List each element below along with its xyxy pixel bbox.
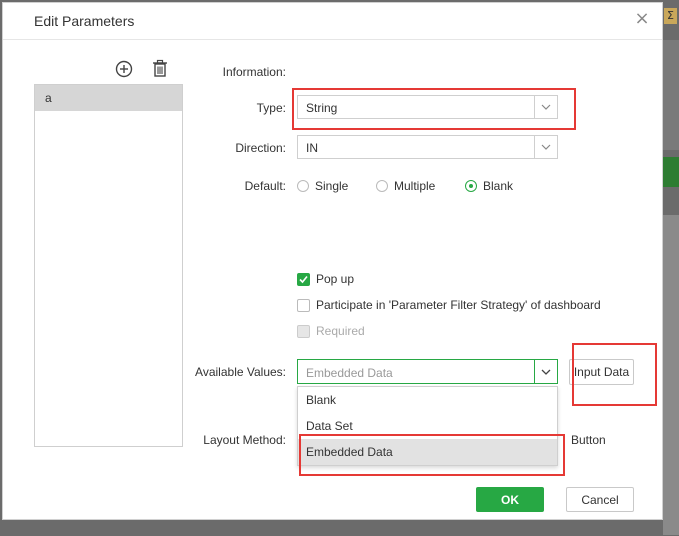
available-values-select[interactable]: Embedded Data: [297, 359, 558, 384]
plus-circle-icon[interactable]: [115, 60, 133, 81]
radio-label: Single: [315, 179, 349, 193]
dropdown-option-embedded-data[interactable]: Embedded Data: [298, 439, 557, 465]
popup-label: Pop up: [316, 272, 355, 286]
background-green-bar: [663, 157, 679, 187]
edit-parameters-dialog: Edit Parameters × a Information: Type: S…: [2, 2, 663, 520]
direction-value: IN: [306, 141, 318, 155]
available-values-value: Embedded Data: [306, 366, 393, 380]
chevron-down-icon[interactable]: [534, 136, 557, 158]
input-data-button[interactable]: Input Data: [569, 359, 634, 385]
participate-label: Participate in 'Parameter Filter Strateg…: [316, 298, 601, 312]
participate-checkbox[interactable]: [297, 299, 310, 312]
close-icon[interactable]: ×: [632, 9, 652, 29]
radio-label: Multiple: [394, 179, 436, 193]
type-label: Type:: [256, 101, 286, 115]
dialog-header: Edit Parameters ×: [3, 3, 662, 40]
required-label: Required: [316, 324, 365, 338]
direction-select[interactable]: IN: [297, 135, 558, 159]
radio-button[interactable]: [376, 180, 388, 192]
required-checkbox: [297, 325, 310, 338]
chevron-down-icon[interactable]: [534, 360, 557, 383]
chevron-down-icon[interactable]: [534, 96, 557, 118]
parameter-list: a: [34, 84, 183, 447]
layout-method-button-option[interactable]: Button: [571, 433, 606, 447]
background-panel: [663, 215, 679, 535]
default-label: Default:: [244, 179, 286, 193]
information-label: Information:: [222, 65, 286, 79]
popup-checkbox[interactable]: [297, 273, 310, 286]
type-value: String: [306, 101, 338, 115]
cancel-button[interactable]: Cancel: [566, 487, 634, 512]
type-select[interactable]: String: [297, 95, 558, 119]
available-values-label: Available Values:: [195, 365, 286, 379]
available-values-dropdown: Blank Data Set Embedded Data: [297, 386, 558, 466]
direction-label: Direction:: [235, 141, 286, 155]
layout-method-label: Layout Method:: [203, 433, 286, 447]
ok-button[interactable]: OK: [476, 487, 544, 512]
sigma-icon: Σ: [664, 8, 677, 24]
background-panel: [663, 40, 679, 150]
list-item[interactable]: a: [35, 85, 182, 111]
dialog-title: Edit Parameters: [34, 13, 135, 29]
radio-button[interactable]: [465, 180, 477, 192]
dropdown-option-data-set[interactable]: Data Set: [298, 413, 557, 439]
radio-label: Blank: [483, 179, 514, 193]
dropdown-option-blank[interactable]: Blank: [298, 387, 557, 413]
radio-button[interactable]: [297, 180, 309, 192]
